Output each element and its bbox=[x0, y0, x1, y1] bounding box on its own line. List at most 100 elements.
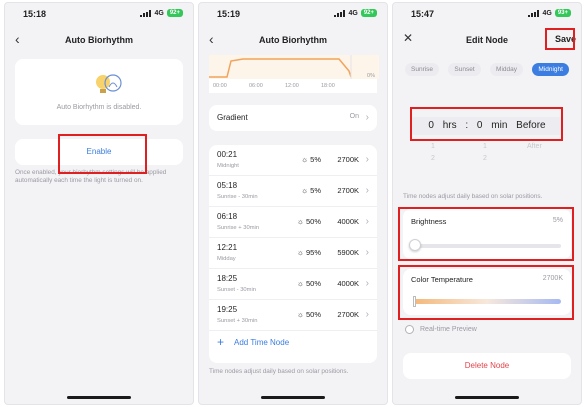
chevron-right-icon: › bbox=[365, 278, 369, 289]
segment-sunrise[interactable]: Sunrise bbox=[405, 63, 440, 76]
nav-bar: ‹ Auto Biorhythm bbox=[5, 29, 193, 51]
picker-option[interactable]: After bbox=[527, 143, 542, 150]
node-temperature: 2700K bbox=[337, 310, 359, 319]
node-subtitle: Sunrise - 30min bbox=[217, 194, 258, 200]
node-brightness: 5% bbox=[310, 186, 321, 195]
gradient-row[interactable]: Gradient On › bbox=[209, 105, 377, 131]
chart-pct-label: 0% bbox=[367, 73, 375, 79]
gradient-label: Gradient bbox=[217, 113, 248, 122]
add-time-node-label: Add Time Node bbox=[234, 337, 290, 347]
node-temperature: 2700K bbox=[337, 186, 359, 195]
home-indicator bbox=[455, 396, 519, 399]
battery-icon: 92+ bbox=[166, 9, 183, 17]
screen-edit-node: 15:47 4G 93+ ✕ Edit Node Save Sunrise Su… bbox=[392, 2, 582, 405]
chevron-right-icon: › bbox=[365, 154, 369, 165]
time-node-row[interactable]: 12:21 Midday ☼ 95% 5900K › bbox=[209, 238, 377, 269]
segment-midday[interactable]: Midday bbox=[490, 63, 524, 76]
node-temperature: 4000K bbox=[337, 217, 359, 226]
chart-curve bbox=[209, 55, 379, 79]
sun-icon: ☼ bbox=[296, 279, 304, 288]
network-label: 4G bbox=[542, 9, 552, 17]
footer-note: Time nodes adjust daily based on solar p… bbox=[209, 368, 349, 375]
highlight-box bbox=[398, 265, 574, 320]
status-time: 15:19 bbox=[217, 9, 241, 19]
home-indicator bbox=[261, 396, 325, 399]
sun-icon: ☼ bbox=[296, 310, 304, 319]
page-title: Auto Biorhythm bbox=[259, 35, 327, 45]
highlight-box bbox=[410, 107, 563, 141]
tick-label: 00:00 bbox=[213, 83, 227, 89]
time-node-row[interactable]: 18:25 Sunset - 30min ☼ 50% 4000K › bbox=[209, 269, 377, 300]
node-brightness: 50% bbox=[305, 310, 321, 319]
time-node-row[interactable]: 05:18 Sunrise - 30min ☼ 5% 2700K › bbox=[209, 176, 377, 207]
node-time: 18:25 bbox=[217, 274, 238, 283]
picker-option[interactable]: 1 bbox=[483, 143, 487, 150]
chevron-right-icon: › bbox=[365, 216, 369, 227]
tick-label: 12:00 bbox=[285, 83, 299, 89]
solar-note: Time nodes adjust daily based on solar p… bbox=[403, 193, 543, 200]
chevron-right-icon: › bbox=[365, 185, 369, 196]
sun-icon: ☼ bbox=[300, 155, 309, 164]
node-brightness: 50% bbox=[305, 279, 321, 288]
tick-label: 18:00 bbox=[321, 83, 335, 89]
sun-icon: ☼ bbox=[296, 217, 304, 226]
real-time-preview-option[interactable]: Real-time Preview bbox=[405, 325, 477, 334]
signal-icon bbox=[140, 9, 152, 17]
segment-sunset[interactable]: Sunset bbox=[448, 63, 481, 76]
picker-option[interactable]: 1 bbox=[431, 143, 435, 150]
signal-icon bbox=[334, 9, 346, 17]
battery-icon: 92+ bbox=[360, 9, 377, 17]
time-node-row[interactable]: 00:21 Midnight ☼ 5% 2700K › bbox=[209, 145, 377, 176]
delete-node-label: Delete Node bbox=[464, 361, 510, 370]
page-title: Auto Biorhythm bbox=[65, 35, 133, 45]
time-node-row[interactable]: 06:18 Sunrise + 30min ☼ 50% 4000K › bbox=[209, 207, 377, 238]
node-subtitle: Sunset - 30min bbox=[217, 287, 256, 293]
nav-bar: ‹ Auto Biorhythm bbox=[199, 29, 387, 51]
status-card: Auto Biorhythm is disabled. bbox=[15, 59, 183, 125]
chevron-right-icon: › bbox=[365, 112, 369, 123]
chevron-right-icon: › bbox=[365, 247, 369, 258]
status-bar: 15:47 4G 93+ bbox=[393, 9, 581, 23]
status-time: 15:18 bbox=[23, 9, 47, 19]
screen-auto-biorhythm-disabled: 15:18 4G 92+ ‹ Auto Biorhythm Auto Biorh… bbox=[4, 2, 194, 405]
status-time: 15:47 bbox=[411, 9, 435, 19]
highlight-box bbox=[545, 28, 575, 50]
node-time: 12:21 bbox=[217, 243, 238, 252]
chevron-right-icon: › bbox=[365, 309, 369, 320]
radio-icon[interactable] bbox=[405, 325, 414, 334]
add-time-node-button[interactable]: + Add Time Node bbox=[217, 335, 290, 349]
sun-icon: ☼ bbox=[300, 186, 309, 195]
home-indicator bbox=[67, 396, 131, 399]
biorhythm-icon bbox=[96, 74, 122, 93]
real-time-preview-label: Real-time Preview bbox=[420, 326, 477, 333]
tick-label: 06:00 bbox=[249, 83, 263, 89]
node-subtitle: Midday bbox=[217, 256, 236, 262]
highlight-box bbox=[398, 207, 574, 261]
time-node-row[interactable]: 19:25 Sunset + 30min ☼ 50% 2700K › bbox=[209, 300, 377, 331]
node-brightness: 95% bbox=[305, 248, 321, 257]
delete-node-button[interactable]: Delete Node bbox=[403, 353, 571, 379]
node-brightness: 5% bbox=[310, 155, 321, 164]
node-temperature: 4000K bbox=[337, 279, 359, 288]
segment-midnight[interactable]: Midnight bbox=[532, 63, 569, 76]
node-time: 06:18 bbox=[217, 212, 238, 221]
network-label: 4G bbox=[154, 9, 164, 17]
picker-option[interactable]: 2 bbox=[431, 155, 435, 162]
signal-icon bbox=[528, 9, 540, 17]
plus-icon: + bbox=[217, 335, 225, 349]
node-time: 00:21 bbox=[217, 150, 238, 159]
time-node-list: 00:21 Midnight ☼ 5% 2700K › 05:18 Sunrise… bbox=[209, 145, 377, 363]
status-bar: 15:18 4G 92+ bbox=[5, 9, 193, 23]
disabled-message: Auto Biorhythm is disabled. bbox=[56, 104, 142, 111]
node-subtitle: Midnight bbox=[217, 163, 239, 169]
battery-icon: 93+ bbox=[554, 9, 571, 17]
highlight-box bbox=[58, 134, 147, 174]
node-time: 05:18 bbox=[217, 181, 238, 190]
node-subtitle: Sunset + 30min bbox=[217, 318, 258, 324]
node-subtitle: Sunrise + 30min bbox=[217, 225, 260, 231]
picker-option[interactable]: 2 bbox=[483, 155, 487, 162]
screen-auto-biorhythm-nodes: 15:19 4G 92+ ‹ Auto Biorhythm 0% 00:00 0… bbox=[198, 2, 388, 405]
node-temperature: 2700K bbox=[337, 155, 359, 164]
network-label: 4G bbox=[348, 9, 358, 17]
sun-icon: ☼ bbox=[296, 248, 304, 257]
